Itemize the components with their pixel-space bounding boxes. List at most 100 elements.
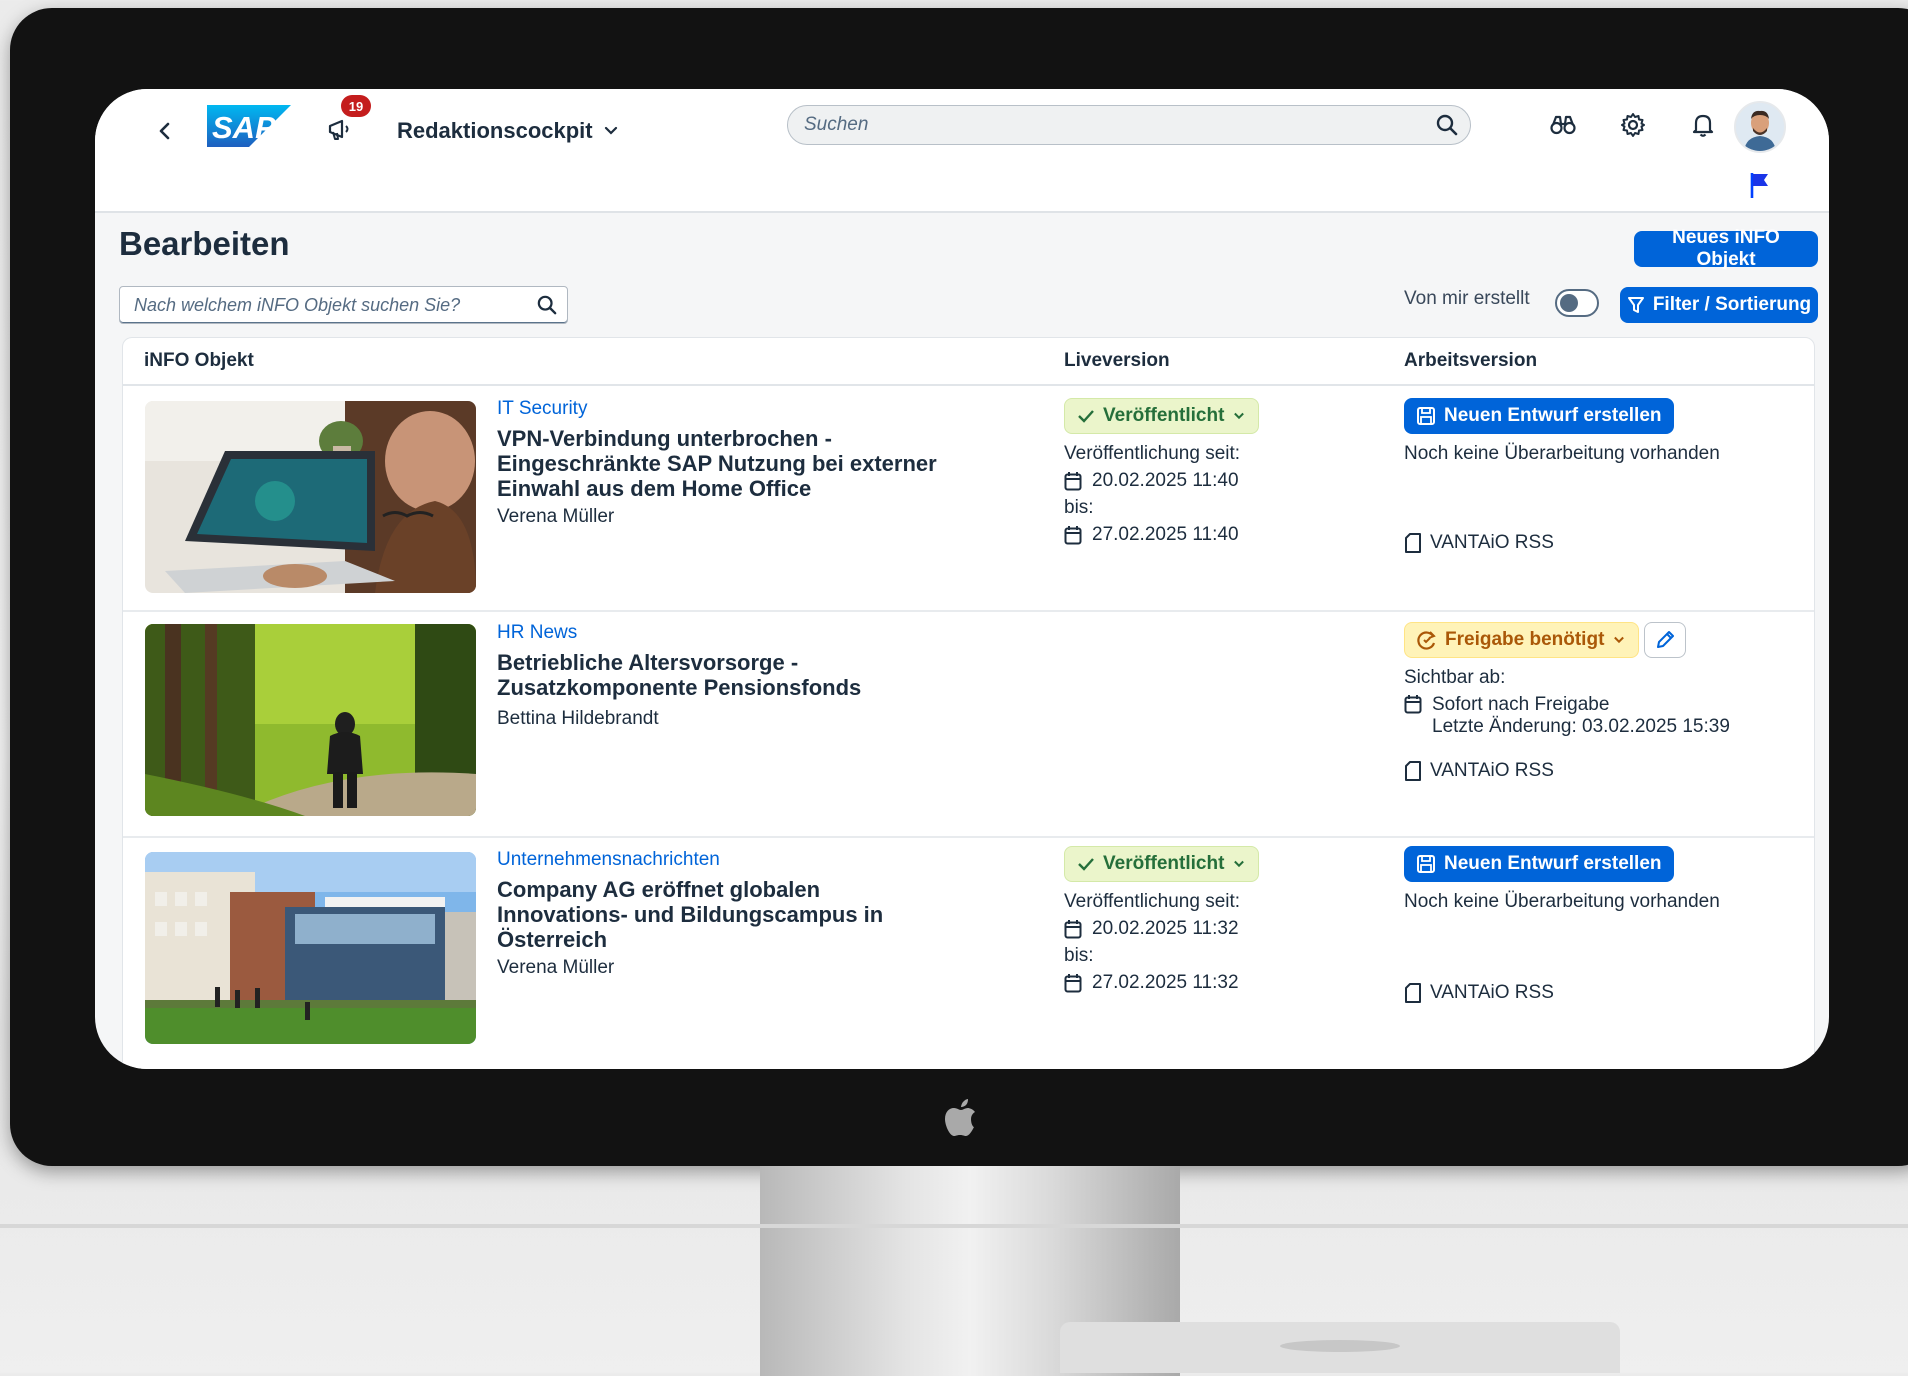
published-since-date: 20.02.2025 11:40: [1064, 470, 1239, 492]
column-header-info-object[interactable]: iNFO Objekt: [144, 350, 254, 372]
checkmark-icon: [1078, 410, 1094, 423]
until-value: 27.02.2025 11:32: [1092, 972, 1239, 993]
table-row[interactable]: Unternehmensnachrichten Company AG eröff…: [123, 836, 1814, 1069]
article-title[interactable]: Company AG eröffnet globalen Innovations…: [497, 877, 917, 952]
published-since-label: Veröffentlichung seit:: [1064, 891, 1241, 912]
article-category-link[interactable]: Unternehmensnachrichten: [497, 849, 720, 871]
last-change-text: Letzte Änderung: 03.02.2025 15:39: [1432, 716, 1730, 737]
save-icon: [1417, 407, 1435, 425]
save-icon: [1417, 855, 1435, 873]
settings-button[interactable]: [1613, 107, 1653, 143]
mouse: [1280, 1340, 1400, 1352]
header-divider: [95, 211, 1829, 213]
article-thumbnail-laptop: [145, 401, 476, 593]
bell-icon: [1692, 114, 1714, 137]
calendar-icon: [1064, 974, 1082, 993]
channel-label: VANTAiO RSS: [1430, 532, 1554, 553]
document-icon: [1405, 533, 1421, 553]
visible-from-value: Sofort nach Freigabe Letzte Änderung: 03…: [1404, 694, 1730, 738]
chevron-left-icon: [159, 122, 170, 140]
article-author: Verena Müller: [497, 506, 615, 527]
sap-logo[interactable]: SAP: [207, 105, 291, 147]
until-value: 27.02.2025 11:40: [1092, 524, 1239, 545]
approval-pending-icon: [1417, 631, 1436, 650]
until-date: 27.02.2025 11:40: [1064, 524, 1239, 546]
column-header-liveversion[interactable]: Liveversion: [1064, 350, 1170, 372]
published-since-value: 20.02.2025 11:32: [1092, 918, 1239, 939]
published-since-date: 20.02.2025 11:32: [1064, 918, 1239, 940]
global-search[interactable]: [787, 105, 1471, 145]
live-status-published[interactable]: Veröffentlicht: [1064, 398, 1260, 434]
until-label: bis:: [1064, 945, 1094, 966]
article-title[interactable]: Betriebliche Altersvorsorge - Zusatzkomp…: [497, 650, 897, 700]
desk-edge: [0, 1224, 1908, 1228]
until-label: bis:: [1064, 497, 1094, 518]
until-date: 27.02.2025 11:32: [1064, 972, 1239, 994]
document-icon: [1405, 761, 1421, 781]
no-revision-text: Noch keine Überarbeitung vorhanden: [1404, 443, 1720, 464]
document-icon: [1405, 983, 1421, 1003]
binoculars-icon: [1550, 115, 1576, 135]
channel-rss: VANTAiO RSS: [1404, 982, 1554, 1004]
visible-from-text: Sofort nach Freigabe: [1432, 694, 1610, 715]
calendar-icon: [1064, 920, 1082, 939]
article-category-link[interactable]: IT Security: [497, 398, 587, 420]
work-status-label: Freigabe benötigt: [1445, 629, 1605, 650]
calendar-icon: [1064, 472, 1082, 491]
table-row[interactable]: IT Security VPN-Verbindung unterbrochen …: [123, 386, 1814, 612]
object-search[interactable]: [119, 286, 568, 324]
no-revision-text: Noch keine Überarbeitung vorhanden: [1404, 891, 1720, 912]
chevron-down-icon: [604, 126, 617, 135]
thumbnail-image: [145, 401, 476, 593]
calendar-icon: [1064, 526, 1082, 545]
live-status-label: Veröffentlicht: [1103, 405, 1225, 426]
channel-rss: VANTAiO RSS: [1404, 760, 1554, 782]
notifications-button[interactable]: [1683, 107, 1723, 143]
create-draft-button[interactable]: Neuen Entwurf erstellen: [1404, 398, 1674, 434]
global-search-input[interactable]: [802, 113, 1436, 137]
apple-logo-icon: [945, 1099, 975, 1136]
thumbnail-image: [145, 624, 476, 816]
info-object-table: iNFO Objekt Liveversion Arbeitsversion I…: [122, 337, 1815, 1069]
back-button[interactable]: [145, 111, 185, 151]
chevron-down-icon: [1234, 412, 1245, 420]
object-search-input[interactable]: [132, 293, 537, 317]
create-draft-label: Neuen Entwurf erstellen: [1444, 853, 1662, 874]
search-icon[interactable]: [1436, 114, 1458, 136]
article-thumbnail-campus: [145, 852, 476, 1044]
new-info-object-button[interactable]: Neues iNFO Objekt: [1634, 227, 1818, 270]
published-since-value: 20.02.2025 11:40: [1092, 470, 1239, 491]
app-title-menu[interactable]: Redaktionscockpit: [397, 113, 619, 149]
search-icon[interactable]: [537, 295, 557, 315]
live-status-published[interactable]: Veröffentlicht: [1064, 846, 1260, 882]
user-avatar[interactable]: [1734, 101, 1786, 153]
app-title: Redaktionscockpit: [397, 118, 593, 143]
table-header: iNFO Objekt Liveversion Arbeitsversion: [123, 338, 1814, 386]
article-title[interactable]: VPN-Verbindung unterbrochen - Eingeschrä…: [497, 426, 957, 501]
table-row[interactable]: HR News Betriebliche Altersvorsorge - Zu…: [123, 610, 1814, 838]
chevron-down-icon: [1614, 636, 1625, 644]
search-binoculars-button[interactable]: [1543, 107, 1583, 143]
svg-text:SAP: SAP: [212, 110, 276, 145]
calendar-icon: [1404, 695, 1422, 714]
article-author: Verena Müller: [497, 957, 615, 978]
published-since-label: Veröffentlichung seit:: [1064, 443, 1241, 464]
visible-from-label: Sichtbar ab:: [1404, 667, 1506, 688]
channel-rss: VANTAiO RSS: [1404, 532, 1554, 554]
thumbnail-image: [145, 852, 476, 1044]
create-draft-button[interactable]: Neuen Entwurf erstellen: [1404, 846, 1674, 882]
column-header-arbeitsversion[interactable]: Arbeitsversion: [1404, 350, 1537, 372]
filter-icon: [1627, 297, 1644, 313]
filter-sort-label: Filter / Sortierung: [1652, 294, 1812, 315]
chevron-down-icon: [1234, 860, 1245, 868]
megaphone-icon: [328, 119, 349, 140]
notification-badge: 19: [341, 95, 371, 117]
page-title: Bearbeiten: [119, 225, 290, 262]
work-status-approval-needed[interactable]: Freigabe benötigt: [1404, 622, 1640, 658]
created-by-me-toggle[interactable]: [1555, 289, 1599, 317]
flag-icon[interactable]: [1749, 171, 1771, 199]
filter-sort-button[interactable]: Filter / Sortierung: [1620, 287, 1818, 323]
article-category-link[interactable]: HR News: [497, 622, 577, 644]
edit-button[interactable]: [1644, 622, 1686, 658]
shell-bar: SAP 19 Redaktionscockpit: [95, 89, 1829, 211]
